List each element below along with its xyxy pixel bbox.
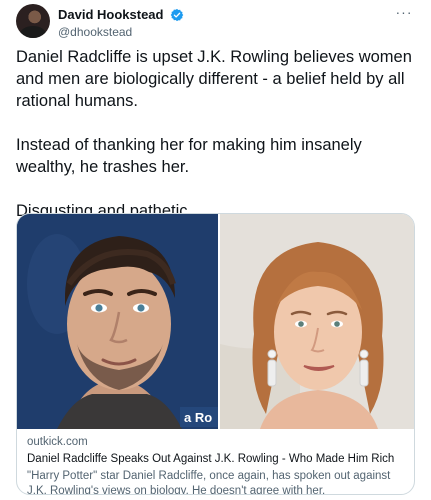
- tweet-header: David Hookstead @dhookstead ···: [16, 4, 415, 40]
- link-preview-image[interactable]: a Ro: [17, 214, 414, 429]
- image-watermark: a Ro: [184, 410, 212, 425]
- author-display-name[interactable]: David Hookstead: [58, 7, 163, 23]
- link-preview-meta: outkick.com Daniel Radcliffe Speaks Out …: [17, 429, 414, 495]
- verified-badge-icon: [170, 8, 184, 21]
- link-domain: outkick.com: [27, 436, 88, 448]
- portrait-woman-illustration: [220, 214, 414, 429]
- avatar-shoulders: [20, 26, 46, 38]
- link-description: "Harry Potter" star Daniel Radcliffe, on…: [27, 470, 391, 495]
- author-names: David Hookstead @dhookstead: [58, 6, 184, 40]
- photo-jk-rowling: [220, 214, 414, 429]
- more-options-icon[interactable]: ···: [393, 5, 415, 22]
- avatar[interactable]: [16, 4, 50, 38]
- portrait-man-illustration: a Ro: [17, 214, 218, 429]
- tweet: David Hookstead @dhookstead ··· Daniel R…: [0, 0, 431, 500]
- tweet-paragraph: Daniel Radcliffe is upset J.K. Rowling b…: [16, 48, 412, 110]
- link-preview-card[interactable]: a Ro outkick.com Daniel Radcliffe Speaks…: [16, 213, 415, 495]
- link-title[interactable]: Daniel Radcliffe Speaks Out Against J.K.…: [27, 452, 406, 467]
- author-handle[interactable]: @dhookstead: [58, 25, 184, 40]
- tweet-paragraph: Instead of thanking her for making him i…: [16, 136, 362, 176]
- photo-daniel-radcliffe: a Ro: [17, 214, 218, 429]
